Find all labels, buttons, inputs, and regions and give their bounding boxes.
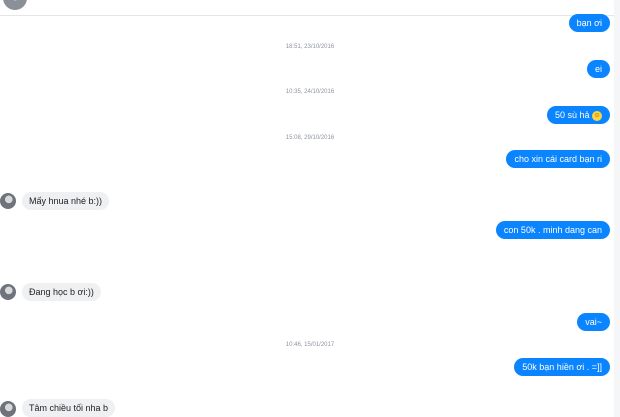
timestamp: 10:46, 15/01/2017: [285, 342, 335, 348]
incoming-message[interactable]: Đang học b ơi:)): [22, 283, 101, 301]
header-avatar[interactable]: [3, 0, 27, 10]
outgoing-message[interactable]: 50k bạn hiền ơi . =]]: [514, 358, 610, 376]
outgoing-message[interactable]: vai~: [577, 313, 610, 331]
outgoing-message[interactable]: con 50k . minh dang can: [495, 221, 610, 239]
header-divider: [0, 15, 620, 16]
timestamp: 15:08, 29/10/2016: [285, 135, 335, 141]
outgoing-message[interactable]: 50 sù hả ☺: [546, 106, 610, 124]
outgoing-message[interactable]: bạn ơi: [568, 14, 610, 32]
incoming-message[interactable]: Mấy hnua nhé b:)): [22, 192, 110, 210]
timestamp: 18:51, 23/10/2016: [285, 44, 335, 50]
outgoing-message[interactable]: ei: [586, 60, 610, 78]
scrollbar[interactable]: [614, 0, 620, 417]
contact-avatar[interactable]: [0, 284, 16, 300]
outgoing-message[interactable]: cho xin cái card bạn ri: [506, 150, 610, 168]
smiley-emoji-icon: ☺: [592, 110, 602, 121]
timestamp: 10:35, 24/10/2016: [285, 89, 335, 95]
contact-avatar[interactable]: [0, 401, 16, 417]
contact-avatar[interactable]: [0, 193, 16, 209]
incoming-message[interactable]: Tâm chiều tối nha b: [22, 399, 116, 417]
